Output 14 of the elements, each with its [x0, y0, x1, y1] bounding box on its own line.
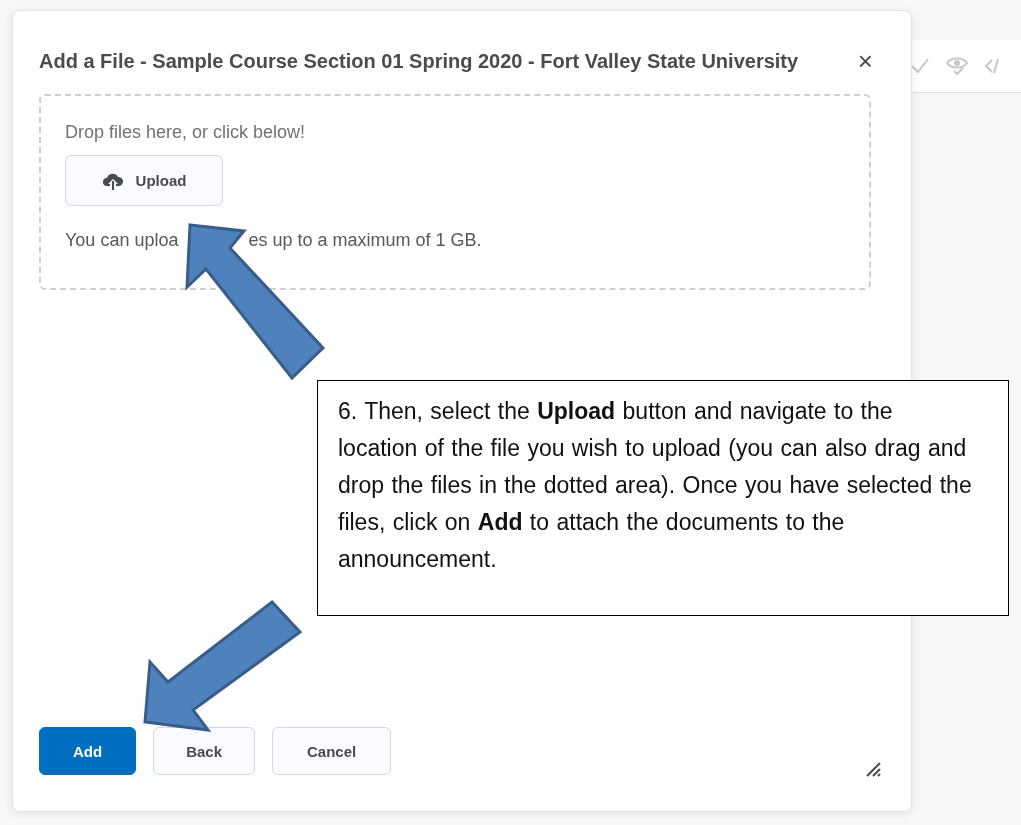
check-icon[interactable]	[910, 57, 930, 75]
dialog-title: Add a File - Sample Course Section 01 Spring 2020 - Fort Valley State University	[39, 49, 799, 73]
upload-limit-text: You can uploa	[65, 230, 179, 251]
drop-prompt: Drop files here, or click below!	[65, 122, 306, 143]
cloud-upload-icon	[101, 171, 124, 190]
upload-limit-text: es up to a maximum of 1 GB.	[248, 230, 482, 251]
secondary-button[interactable]: Cancel	[272, 727, 392, 775]
instruction-callout: 6. Then, select the Upload button and navigate to the location of the file you wish to upload (you can also drag and drop the files in the dotted area). Once you have selected the files, click on Add to attach the documents to the announcement.	[317, 380, 1009, 616]
primary-button[interactable]: Add	[39, 727, 137, 775]
eye-icon[interactable]	[946, 56, 968, 76]
upload-button[interactable]: Upload	[65, 155, 223, 206]
secondary-button[interactable]: Back	[153, 727, 256, 775]
close-button[interactable]: ×	[857, 48, 873, 74]
resize-handle-icon[interactable]	[865, 761, 881, 777]
